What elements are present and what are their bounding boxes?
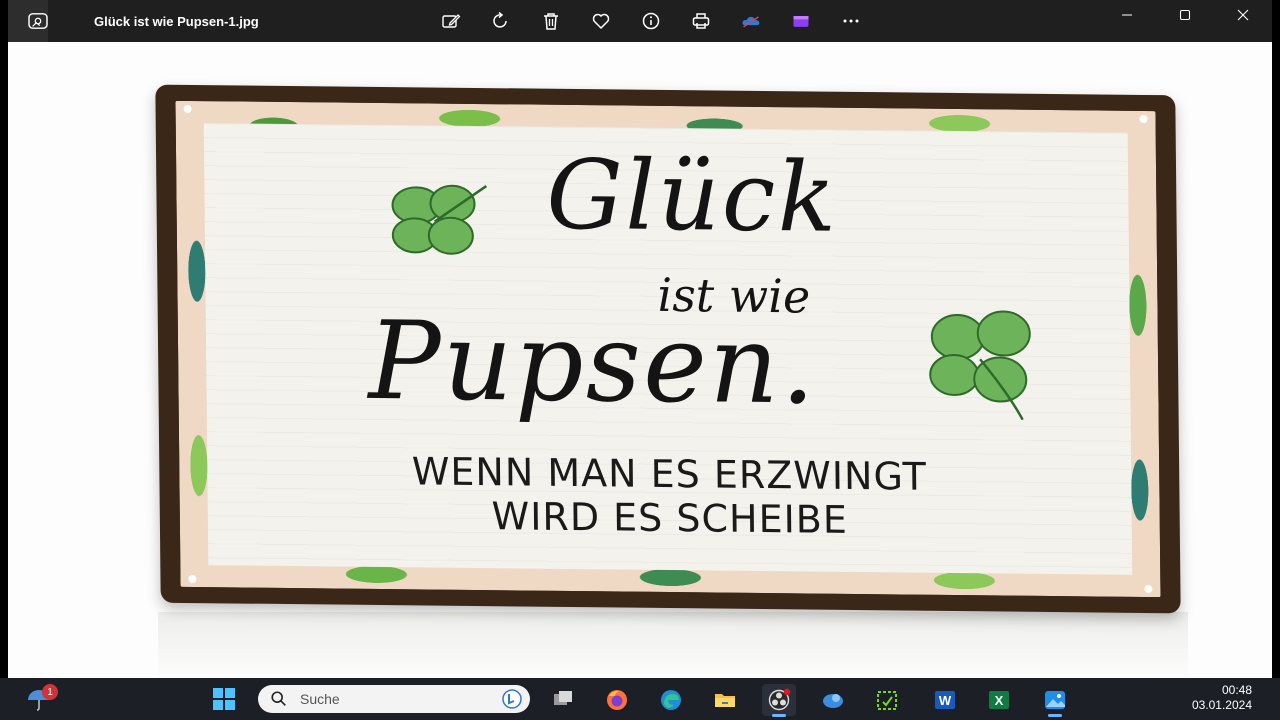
image-toolbar: [426, 8, 876, 34]
search-placeholder: Suche: [300, 691, 340, 707]
search-icon: [271, 691, 286, 706]
more-icon[interactable]: [826, 8, 876, 34]
excel-icon[interactable]: X: [982, 684, 1016, 716]
close-icon: [1237, 9, 1249, 21]
sign-reflection: [158, 612, 1188, 678]
screen: Glück ist wie Pupsen-1.jpg Glück ist wie…: [0, 0, 1280, 720]
sign-title-glueck: Glück: [545, 138, 839, 254]
clipchamp-icon[interactable]: [776, 8, 826, 34]
obs-icon[interactable]: [762, 684, 796, 716]
task-view-icon[interactable]: [546, 684, 580, 716]
taskbar: [0, 678, 1280, 720]
svg-text:X: X: [995, 693, 1004, 708]
title-bar: Glück ist wie Pupsen-1.jpg: [8, 0, 1272, 42]
maximize-button[interactable]: [1156, 0, 1214, 30]
system-clock[interactable]: 00:48 03.01.2024: [1192, 683, 1252, 713]
maximize-icon: [1179, 9, 1191, 21]
minimize-icon: [1122, 14, 1132, 16]
rotate-icon[interactable]: [476, 8, 526, 34]
close-button[interactable]: [1214, 0, 1272, 30]
metal-sign: Glück ist wie Pupsen. WENN MAN ES ERZWIN…: [155, 84, 1181, 614]
info-icon[interactable]: [626, 8, 676, 34]
word-icon[interactable]: W: [928, 684, 962, 716]
bing-icon[interactable]: [502, 689, 522, 709]
window-controls: [1098, 0, 1272, 30]
sign-subtitle-line2: WIRD ES SCHEIBE: [491, 494, 849, 542]
start-button[interactable]: [208, 686, 240, 712]
edit-image-icon[interactable]: [426, 8, 476, 34]
delete-icon[interactable]: [526, 8, 576, 34]
running-app-indicator: [1048, 714, 1062, 717]
image-canvas[interactable]: Glück ist wie Pupsen. WENN MAN ES ERZWIN…: [8, 42, 1272, 678]
favorite-icon[interactable]: [576, 8, 626, 34]
clover-icon: [929, 310, 1031, 421]
app-blue-icon[interactable]: [816, 684, 850, 716]
clock-time: 00:48: [1221, 683, 1252, 697]
file-title: Glück ist wie Pupsen-1.jpg: [94, 14, 259, 29]
active-app-indicator: [772, 714, 786, 717]
onedrive-icon[interactable]: [726, 8, 776, 34]
clock-date: 03.01.2024: [1191, 698, 1252, 712]
clover-icon: [391, 184, 488, 255]
minimize-button[interactable]: [1098, 0, 1156, 30]
photos-icon[interactable]: [1038, 684, 1072, 716]
sign-title-pupsen: Pupsen.: [367, 298, 818, 429]
edge-icon[interactable]: [654, 684, 688, 716]
svg-text:W: W: [939, 693, 952, 708]
taskbar-search[interactable]: Suche: [258, 685, 530, 713]
photos-window: Glück ist wie Pupsen-1.jpg Glück ist wie…: [8, 0, 1272, 678]
sign-text: Glück ist wie Pupsen. WENN MAN ES ERZWIN…: [155, 85, 1180, 614]
print-icon[interactable]: [676, 8, 726, 34]
windows-logo-icon: [213, 688, 235, 710]
clipboard-icon[interactable]: [870, 684, 904, 716]
firefox-icon[interactable]: [600, 684, 634, 716]
photos-app-icon[interactable]: [26, 11, 50, 31]
notification-badge: 1: [42, 684, 58, 700]
file-explorer-icon[interactable]: [708, 684, 742, 716]
